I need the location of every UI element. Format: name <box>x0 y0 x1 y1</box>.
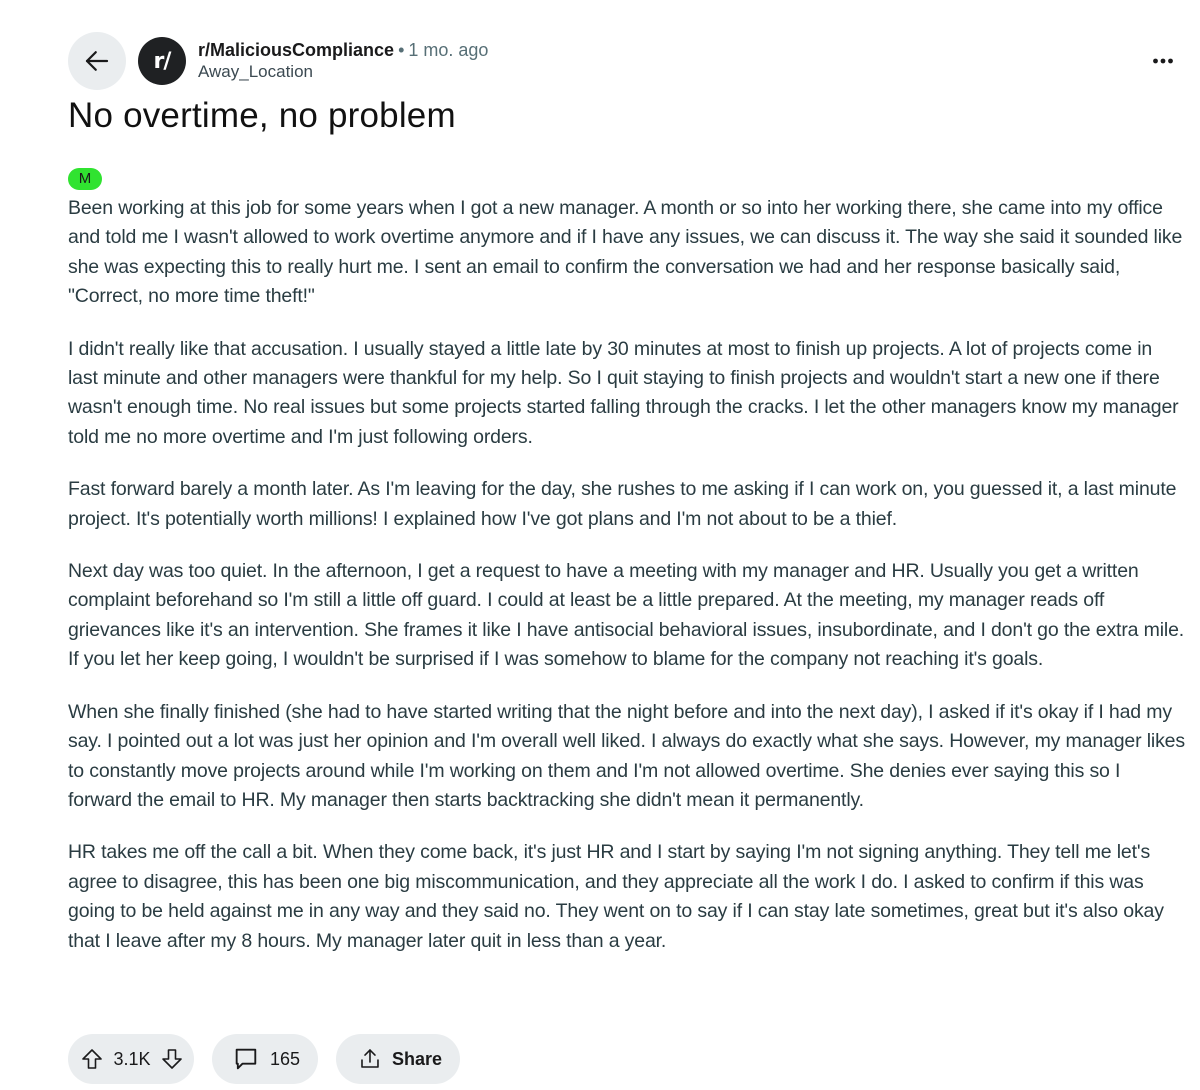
share-label: Share <box>391 1048 442 1069</box>
meta-line: r/MaliciousCompliance • 1 mo. ago <box>198 39 488 61</box>
more-options-button[interactable] <box>1148 46 1178 76</box>
post-actions: 3.1K 165 Share <box>68 1034 460 1084</box>
post-header: r/ r/MaliciousCompliance • 1 mo. ago Away_… <box>68 32 1188 90</box>
comment-count: 165 <box>269 1048 300 1069</box>
post-paragraph: When she finally finished (she had to ha… <box>68 700 1185 811</box>
post-title: No overtime, no problem <box>68 96 456 135</box>
share-upload-icon <box>361 1049 379 1068</box>
vote-control: 3.1K <box>68 1034 194 1084</box>
avatar-text: r/ <box>153 48 172 74</box>
comments-button[interactable]: 165 <box>212 1034 318 1084</box>
post-flair[interactable]: M <box>68 168 102 190</box>
comment-bubble-icon <box>235 1048 257 1070</box>
vote-count: 3.1K <box>113 1048 151 1069</box>
author-link[interactable]: Away_Location <box>198 61 488 83</box>
back-button[interactable] <box>68 32 126 90</box>
post-body: Been working at this job for some years … <box>68 194 1186 979</box>
subreddit-avatar[interactable]: r/ <box>138 37 186 85</box>
arrow-left-icon <box>85 51 109 71</box>
post-time: 1 mo. ago <box>408 40 489 60</box>
post-paragraph: Fast forward barely a month later. As I'… <box>68 478 1177 530</box>
post-paragraph: Next day was too quiet. In the afternoon… <box>68 560 1185 671</box>
upvote-button[interactable] <box>80 1047 104 1071</box>
share-button[interactable]: Share <box>336 1034 460 1084</box>
downvote-button[interactable] <box>160 1047 184 1071</box>
more-horizontal-icon <box>1153 58 1173 64</box>
post-paragraph: Been working at this job for some years … <box>68 197 1183 308</box>
meta-separator: • <box>398 40 405 60</box>
post-meta: r/MaliciousCompliance • 1 mo. ago Away_Loc… <box>198 39 488 83</box>
downvote-arrow-icon <box>162 1049 182 1069</box>
post-paragraph: HR takes me off the call a bit. When the… <box>68 841 1164 952</box>
subreddit-link[interactable]: r/MaliciousCompliance <box>198 40 394 60</box>
upvote-arrow-icon <box>82 1049 102 1069</box>
post-paragraph: I didn't really like that accusation. I … <box>68 337 1179 448</box>
